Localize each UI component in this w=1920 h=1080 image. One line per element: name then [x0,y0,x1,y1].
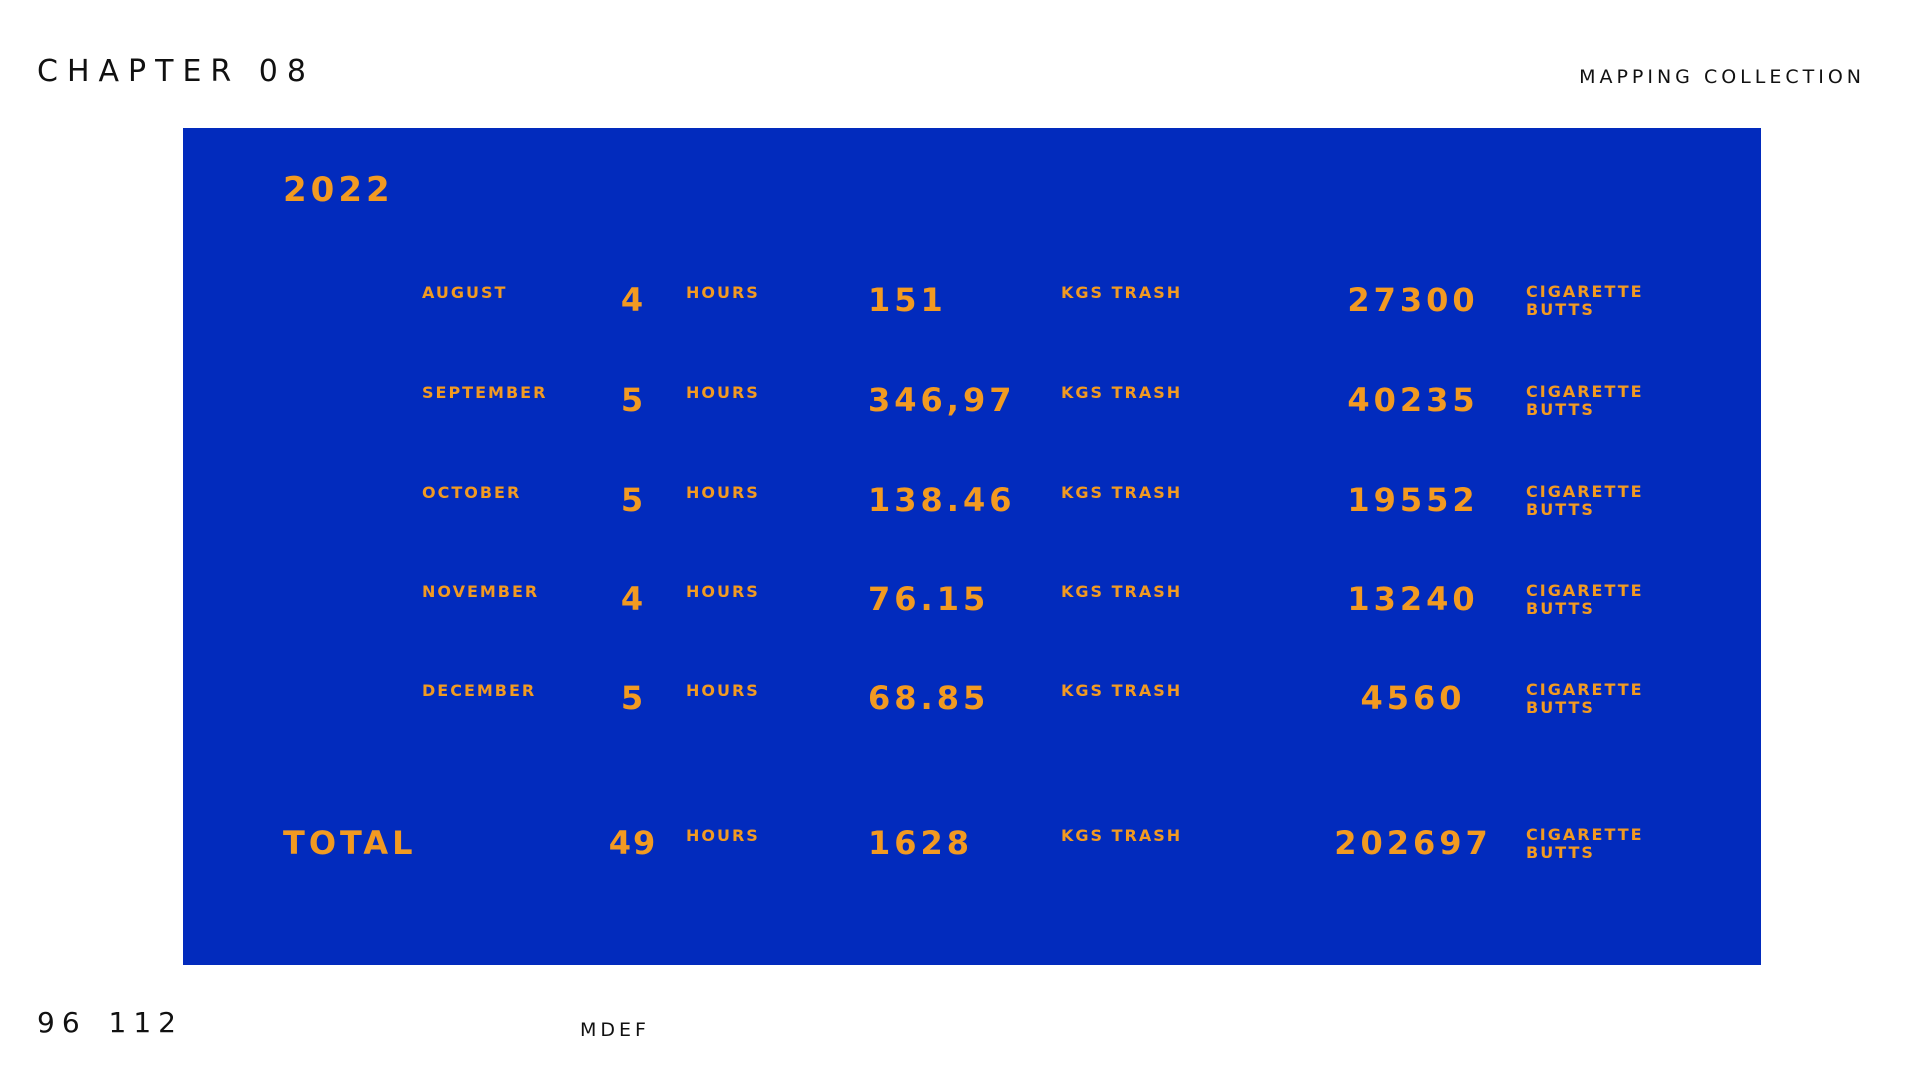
hours-unit: HOURS [686,582,760,601]
hours-value: 5 [620,381,646,419]
data-panel: 2022 AUGUST 4 HOURS 151 KGS TRASH 27300 … [183,128,1761,965]
month-label: AUGUST [422,283,508,302]
hours-unit: HOURS [686,383,760,402]
month-label: NOVEMBER [422,582,540,601]
table-row: SEPTEMBER 5 HOURS 346,97 KGS TRASH 40235… [183,381,1761,443]
trash-value: 76.15 [868,580,990,618]
butts-value: 19552 [1347,481,1479,519]
total-trash-value: 1628 [868,824,974,862]
trash-unit: KGS TRASH [1061,483,1183,502]
table-row: AUGUST 4 HOURS 151 KGS TRASH 27300 CIGAR… [183,281,1761,343]
page-numbers: 96 112 [37,1006,183,1039]
trash-value: 346,97 [868,381,1016,419]
butts-unit: CIGARETTE BUTTS [1526,282,1644,319]
total-row: TOTAL 49 HOURS 1628 KGS TRASH 202697 CIG… [183,824,1761,886]
hours-unit: HOURS [686,681,760,700]
table-row: DECEMBER 5 HOURS 68.85 KGS TRASH 4560 CI… [183,679,1761,741]
month-label: SEPTEMBER [422,383,548,402]
trash-value: 138.46 [868,481,1016,519]
trash-unit: KGS TRASH [1061,826,1183,845]
trash-value: 151 [868,281,947,319]
trash-unit: KGS TRASH [1061,283,1183,302]
trash-value: 68.85 [868,679,990,717]
butts-unit: CIGARETTE BUTTS [1526,680,1644,717]
footer-label: MDEF [580,1019,650,1041]
butts-unit: CIGARETTE BUTTS [1526,825,1644,862]
butts-value: 40235 [1347,381,1479,419]
hours-unit: HOURS [686,283,760,302]
butts-value: 27300 [1347,281,1479,319]
table-row: NOVEMBER 4 HOURS 76.15 KGS TRASH 13240 C… [183,580,1761,642]
trash-unit: KGS TRASH [1061,681,1183,700]
month-label: OCTOBER [422,483,522,502]
hours-value: 4 [620,580,646,618]
hours-value: 4 [620,281,646,319]
table-row: OCTOBER 5 HOURS 138.46 KGS TRASH 19552 C… [183,481,1761,543]
hours-value: 5 [620,679,646,717]
butts-value: 13240 [1347,580,1479,618]
total-label: TOTAL [283,824,417,862]
hours-value: 5 [620,481,646,519]
year-heading: 2022 [283,170,394,210]
butts-unit: CIGARETTE BUTTS [1526,482,1644,519]
month-label: DECEMBER [422,681,537,700]
butts-unit: CIGARETTE BUTTS [1526,581,1644,618]
hours-unit: HOURS [686,483,760,502]
butts-unit: CIGARETTE BUTTS [1526,382,1644,419]
hours-unit: HOURS [686,826,760,845]
total-butts-value: 202697 [1334,824,1492,862]
butts-value: 4560 [1360,679,1466,717]
total-hours-value: 49 [608,824,658,862]
chapter-title: CHAPTER 08 [37,54,315,89]
trash-unit: KGS TRASH [1061,582,1183,601]
section-title: MAPPING COLLECTION [1579,66,1865,88]
trash-unit: KGS TRASH [1061,383,1183,402]
